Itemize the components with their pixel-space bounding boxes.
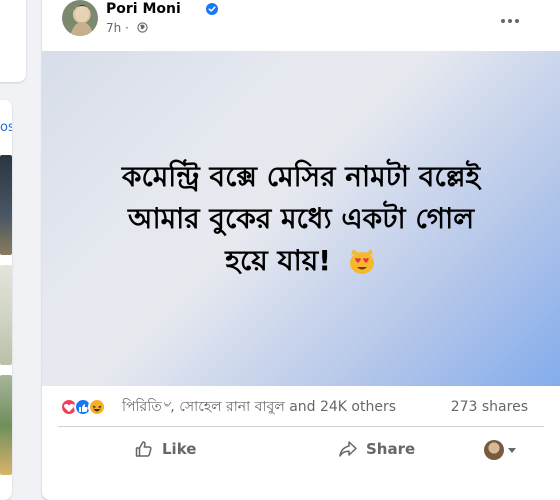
post-stats: পিরিতি৺, সোহেল রানা বাবুল and 24K others… xyxy=(42,386,560,426)
sidebar-thumbnail[interactable] xyxy=(0,265,12,365)
dot-icon xyxy=(501,19,505,23)
reactors-text[interactable]: পিরিতি৺, সোহেল রানা বাবুল and 24K others xyxy=(122,399,396,415)
post-actions: Like Share xyxy=(42,430,560,470)
author-name[interactable]: Pori Moni xyxy=(106,0,181,18)
post-timestamp[interactable]: 7h · xyxy=(106,20,129,36)
sidebar-thumbnail[interactable] xyxy=(0,155,12,255)
post-card: Pori Moni 7h · কমেন্ট্রি বক্সে মেসির নাম… xyxy=(42,0,560,500)
haha-reaction-icon xyxy=(88,398,106,416)
sidebar-link[interactable]: os xyxy=(0,120,12,136)
left-sidebar-card: os xyxy=(0,100,12,500)
like-button[interactable]: Like xyxy=(134,430,196,468)
dot-icon xyxy=(515,19,519,23)
author-avatar[interactable] xyxy=(62,0,98,36)
globe-icon xyxy=(137,22,148,33)
thumbs-up-icon xyxy=(135,441,152,457)
shares-count[interactable]: 273 shares xyxy=(451,399,528,415)
post-text-line: হয়ে যায়! xyxy=(225,243,331,277)
left-card-top xyxy=(0,0,26,82)
more-options-button[interactable] xyxy=(496,13,524,29)
verified-badge-icon xyxy=(206,3,218,15)
react-as-selector[interactable] xyxy=(484,440,516,460)
heart-eyes-cat-icon xyxy=(349,248,374,274)
divider xyxy=(58,426,544,427)
post-text-line: কমেন্ট্রি বক্সে মেসির নামটা বল্লেই xyxy=(121,159,481,193)
share-arrow-icon xyxy=(339,441,357,457)
post-text: কমেন্ট্রি বক্সে মেসির নামটা বল্লেই আমার … xyxy=(91,156,511,282)
post-background: কমেন্ট্রি বক্সে মেসির নামটা বল্লেই আমার … xyxy=(42,51,560,386)
dot-icon xyxy=(508,19,512,23)
separator-dot: · xyxy=(121,21,129,35)
sidebar-thumbnail[interactable] xyxy=(0,375,12,475)
caret-down-icon xyxy=(508,447,516,453)
share-label: Share xyxy=(366,440,416,458)
profile-avatar xyxy=(484,440,504,460)
post-text-line: আমার বুকের মধ্যে একটা গোল xyxy=(127,201,475,235)
share-button[interactable]: Share xyxy=(338,430,415,468)
like-label: Like xyxy=(162,440,197,458)
post-text-line-last: হয়ে যায়! xyxy=(91,240,511,282)
post-time[interactable]: 7h xyxy=(106,21,121,35)
reaction-icons[interactable] xyxy=(60,398,116,416)
